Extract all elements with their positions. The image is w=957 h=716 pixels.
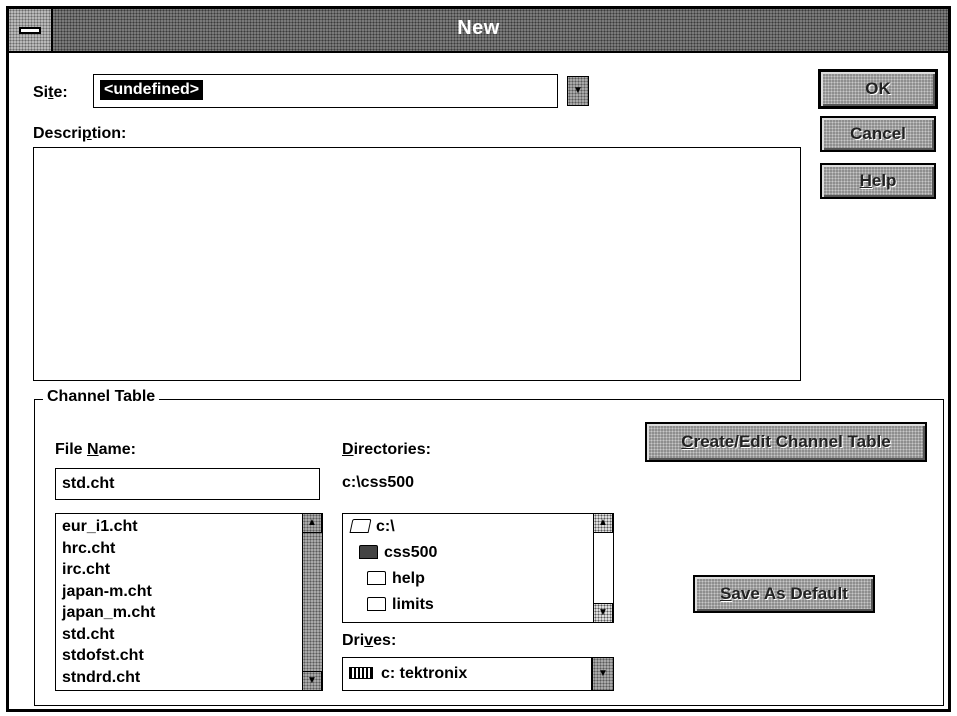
file-list[interactable]: eur_i1.cht hrc.cht irc.cht japan-m.cht j… <box>55 513 323 691</box>
directory-list-scrollbar[interactable]: ▲ ▼ <box>593 514 613 622</box>
directories-label: Directories: <box>342 441 431 458</box>
site-combobox[interactable]: <undefined> <box>93 74 558 108</box>
description-textarea[interactable] <box>33 147 801 381</box>
directory-item-help[interactable]: help <box>367 570 425 588</box>
create-edit-channel-table-button[interactable]: Create/Edit Channel Table <box>645 422 927 462</box>
up-arrow-icon[interactable]: ▲ <box>593 514 613 533</box>
file-list-item[interactable]: japan-m.cht <box>56 581 322 603</box>
down-arrow-icon[interactable]: ▼ <box>302 671 322 690</box>
drives-dropdown-button[interactable]: ▼ <box>592 657 614 691</box>
site-label: Site: <box>33 84 68 101</box>
file-list-item[interactable]: japan_m.cht <box>56 602 322 624</box>
site-dropdown-button[interactable]: ▼ <box>567 76 589 106</box>
file-list-item[interactable]: std.cht <box>56 624 322 646</box>
file-list-item[interactable]: stdofst.cht <box>56 645 322 667</box>
file-name-input[interactable]: std.cht <box>55 468 320 500</box>
hard-drive-icon <box>349 667 373 679</box>
directory-list[interactable]: c:\ css500 help limits ▲ ▼ <box>342 513 614 623</box>
file-name-label: File Name: <box>55 441 136 458</box>
file-list-item[interactable]: stndrd.cht <box>56 667 322 689</box>
ok-button[interactable]: OK <box>818 69 938 109</box>
window-title: New <box>457 17 500 39</box>
channel-table-group: Channel Table File Name: std.cht eur_i1.… <box>34 388 944 706</box>
file-list-item[interactable]: hrc.cht <box>56 538 322 560</box>
drives-combobox[interactable]: c: tektronix <box>342 657 592 691</box>
save-as-default-button[interactable]: Save As Default <box>693 575 875 613</box>
down-arrow-icon: ▼ <box>573 85 583 96</box>
file-list-item[interactable]: eur_i1.cht <box>56 516 322 538</box>
current-directory: c:\css500 <box>342 474 415 491</box>
drives-label: Drives: <box>342 632 397 649</box>
drive-value: c: tektronix <box>381 665 468 682</box>
file-list-scrollbar[interactable]: ▲ ▼ <box>302 514 322 690</box>
site-value: <undefined> <box>100 80 204 100</box>
down-arrow-icon[interactable]: ▼ <box>593 603 613 622</box>
down-arrow-icon: ▼ <box>598 668 608 679</box>
title-bar[interactable]: New <box>9 9 948 53</box>
directory-item-css500[interactable]: css500 <box>359 544 437 562</box>
folder-icon <box>367 571 386 585</box>
file-list-item[interactable]: irc.cht <box>56 559 322 581</box>
folder-icon <box>367 597 386 611</box>
up-arrow-icon[interactable]: ▲ <box>302 514 322 533</box>
cancel-button[interactable]: Cancel <box>820 116 936 152</box>
channel-table-group-label: Channel Table <box>43 388 160 406</box>
open-folder-icon <box>349 519 372 533</box>
new-dialog: New Site: <undefined> ▼ Description: OK … <box>6 6 951 712</box>
directory-item-root[interactable]: c:\ <box>349 518 395 536</box>
directory-item-limits[interactable]: limits <box>367 596 434 614</box>
help-button[interactable]: Help <box>820 163 936 199</box>
open-folder-icon <box>359 545 378 559</box>
description-label: Description: <box>33 125 127 142</box>
